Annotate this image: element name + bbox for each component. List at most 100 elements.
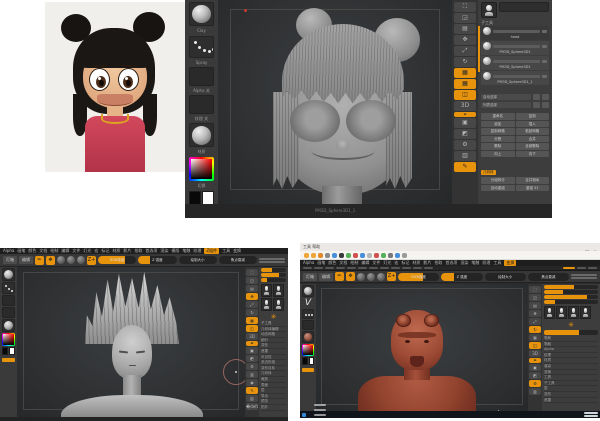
texture-slot[interactable] bbox=[2, 307, 15, 318]
taskbar-app[interactable] bbox=[308, 417, 327, 418]
edit-button[interactable]: 编辑 bbox=[319, 273, 333, 281]
toolbar-icon[interactable] bbox=[325, 253, 330, 258]
color-picker[interactable] bbox=[302, 344, 314, 356]
toolbar-icon[interactable] bbox=[304, 253, 309, 258]
shelf-icon[interactable]: ▧ bbox=[246, 395, 258, 402]
panel-row-label[interactable]: 列表选择 bbox=[481, 102, 531, 108]
menu-item[interactable]: 颜色 bbox=[28, 248, 36, 254]
secondary-color-swatch[interactable] bbox=[309, 357, 315, 365]
tool-slot[interactable] bbox=[499, 2, 549, 12]
shelf-icon[interactable]: ⚙ bbox=[529, 380, 541, 387]
panel-button[interactable]: 全部删除 bbox=[516, 143, 550, 150]
simplebrush-icon[interactable]: ✳ bbox=[544, 321, 598, 329]
toolbar-icon[interactable] bbox=[346, 253, 351, 258]
orange-panel-slider[interactable] bbox=[544, 330, 598, 335]
shelf-icon[interactable]: ◫ bbox=[454, 90, 476, 100]
menu-item[interactable]: 渲染 bbox=[460, 260, 468, 266]
panel-button[interactable]: 插入 bbox=[516, 121, 550, 128]
shelf-icon[interactable]: ◫ bbox=[529, 342, 541, 349]
toolbar-icon[interactable] bbox=[402, 253, 407, 258]
material-thumbnail[interactable] bbox=[189, 123, 214, 147]
mrgb-toggle[interactable] bbox=[57, 256, 65, 264]
color-picker[interactable] bbox=[189, 157, 215, 181]
shelf-icon[interactable]: ✥ bbox=[246, 293, 258, 300]
stroke-thumbnail[interactable] bbox=[2, 282, 15, 294]
texture-slot[interactable] bbox=[189, 95, 214, 114]
mode-toggle[interactable]: ✥ bbox=[346, 272, 355, 281]
eye-toggle[interactable] bbox=[542, 60, 547, 63]
color-picker[interactable] bbox=[2, 333, 15, 346]
menu-item[interactable]: Z插件 bbox=[204, 248, 219, 254]
alpha-slot[interactable] bbox=[189, 67, 214, 86]
toolbar-icon[interactable] bbox=[360, 253, 365, 258]
shelf-icon[interactable]: ⤢ bbox=[529, 318, 541, 325]
subtool-row[interactable]: PM3D_Sphere3D1_1 bbox=[481, 71, 549, 85]
shelf-icon[interactable]: ↻ bbox=[454, 57, 476, 67]
menu-item[interactable]: 绘制 bbox=[350, 260, 358, 266]
menu-item[interactable]: 变换 bbox=[233, 248, 241, 254]
menu-item[interactable]: Alpha bbox=[3, 248, 14, 254]
menu-item[interactable]: 渲染 bbox=[160, 248, 168, 254]
shelf-icon[interactable]: ⚙ bbox=[246, 363, 258, 370]
geometry-section-tag[interactable]: 几何体 bbox=[481, 170, 496, 175]
menu-item[interactable]: 宏 bbox=[394, 260, 398, 266]
switch-color-button[interactable] bbox=[302, 368, 314, 372]
panel-button[interactable]: 追加 bbox=[481, 121, 515, 128]
shelf-icon[interactable]: ✥ bbox=[454, 35, 476, 45]
shelf-icon[interactable]: �default bbox=[246, 403, 258, 410]
shelf-icon[interactable]: ◲ bbox=[246, 277, 258, 284]
tool-thumbnail[interactable] bbox=[273, 284, 284, 297]
eye-toggle[interactable] bbox=[542, 45, 547, 48]
menu-item[interactable]: 文档 bbox=[339, 260, 347, 266]
panel-button[interactable]: 重命名 bbox=[481, 113, 515, 120]
saturation-square[interactable] bbox=[3, 334, 14, 345]
shelf-icon[interactable]: ▦ bbox=[529, 334, 541, 341]
toolbar-icon[interactable] bbox=[339, 253, 344, 258]
shelf-icon[interactable]: ▤ bbox=[454, 24, 476, 34]
shelf-icon[interactable]: ✎ bbox=[246, 387, 258, 394]
toolbar-icon[interactable] bbox=[332, 253, 337, 258]
panel-button[interactable]: 向上 bbox=[481, 151, 515, 158]
menu-item[interactable]: 编辑 bbox=[361, 260, 369, 266]
menu-item[interactable]: 材质 bbox=[412, 260, 420, 266]
menu-item[interactable]: 绘制 bbox=[50, 248, 58, 254]
menu-item[interactable]: 宏 bbox=[94, 248, 98, 254]
toolbar-slider[interactable]: 绘制大小 bbox=[179, 256, 217, 264]
panel-mini-button[interactable] bbox=[533, 94, 540, 100]
shelf-icon[interactable]: ▬ bbox=[246, 341, 258, 346]
toolbar-icon[interactable] bbox=[395, 253, 400, 258]
lightbox-button[interactable]: 灯箱 bbox=[303, 273, 317, 281]
mrgb-toggle[interactable] bbox=[357, 273, 365, 281]
toolbar-slider[interactable]: 焦点衰减 bbox=[528, 273, 569, 281]
shelf-icon[interactable]: 3D bbox=[454, 101, 476, 111]
menu-item[interactable]: 工具 bbox=[493, 260, 501, 266]
m-toggle[interactable] bbox=[77, 256, 85, 264]
menu-item[interactable]: 标记 bbox=[101, 248, 109, 254]
rgb-toggle[interactable] bbox=[367, 273, 375, 281]
shelf-icon[interactable]: ▦ bbox=[246, 317, 258, 324]
menu-item[interactable]: 灯光 bbox=[83, 248, 91, 254]
shelf-icon[interactable]: ↻ bbox=[529, 326, 541, 333]
palette-item[interactable]: 拓扑 bbox=[261, 405, 286, 411]
shelf-icon[interactable]: ▥ bbox=[529, 388, 541, 395]
panel-mini-button[interactable] bbox=[533, 102, 540, 108]
menu-item[interactable]: 拾取 bbox=[434, 260, 442, 266]
mode-toggle[interactable]: ✏ bbox=[35, 256, 44, 265]
menu-item[interactable]: 拾取 bbox=[134, 248, 142, 254]
menu-item[interactable]: 工具 bbox=[222, 248, 230, 254]
alpha-slot[interactable] bbox=[302, 320, 314, 330]
toolbar-slider[interactable]: RGB强度 bbox=[98, 256, 136, 264]
viewport-canvas[interactable] bbox=[316, 284, 528, 411]
shelf-icon[interactable]: ⤢ bbox=[246, 301, 258, 308]
menu-item[interactable]: 标记 bbox=[401, 260, 409, 266]
panel-button[interactable]: 合并 bbox=[516, 136, 550, 143]
menu-item[interactable]: 编辑 bbox=[61, 248, 69, 254]
toolbar-icon[interactable] bbox=[374, 253, 379, 258]
menu-item[interactable]: 文件 bbox=[72, 248, 80, 254]
panel-slider[interactable] bbox=[261, 273, 286, 277]
toolbar-icon[interactable] bbox=[311, 253, 316, 258]
taskbar-clock[interactable] bbox=[584, 412, 598, 417]
panel-mini-button[interactable] bbox=[542, 94, 549, 100]
shelf-icon[interactable]: ⚙ bbox=[454, 140, 476, 150]
tool-thumbnail[interactable] bbox=[568, 306, 579, 319]
